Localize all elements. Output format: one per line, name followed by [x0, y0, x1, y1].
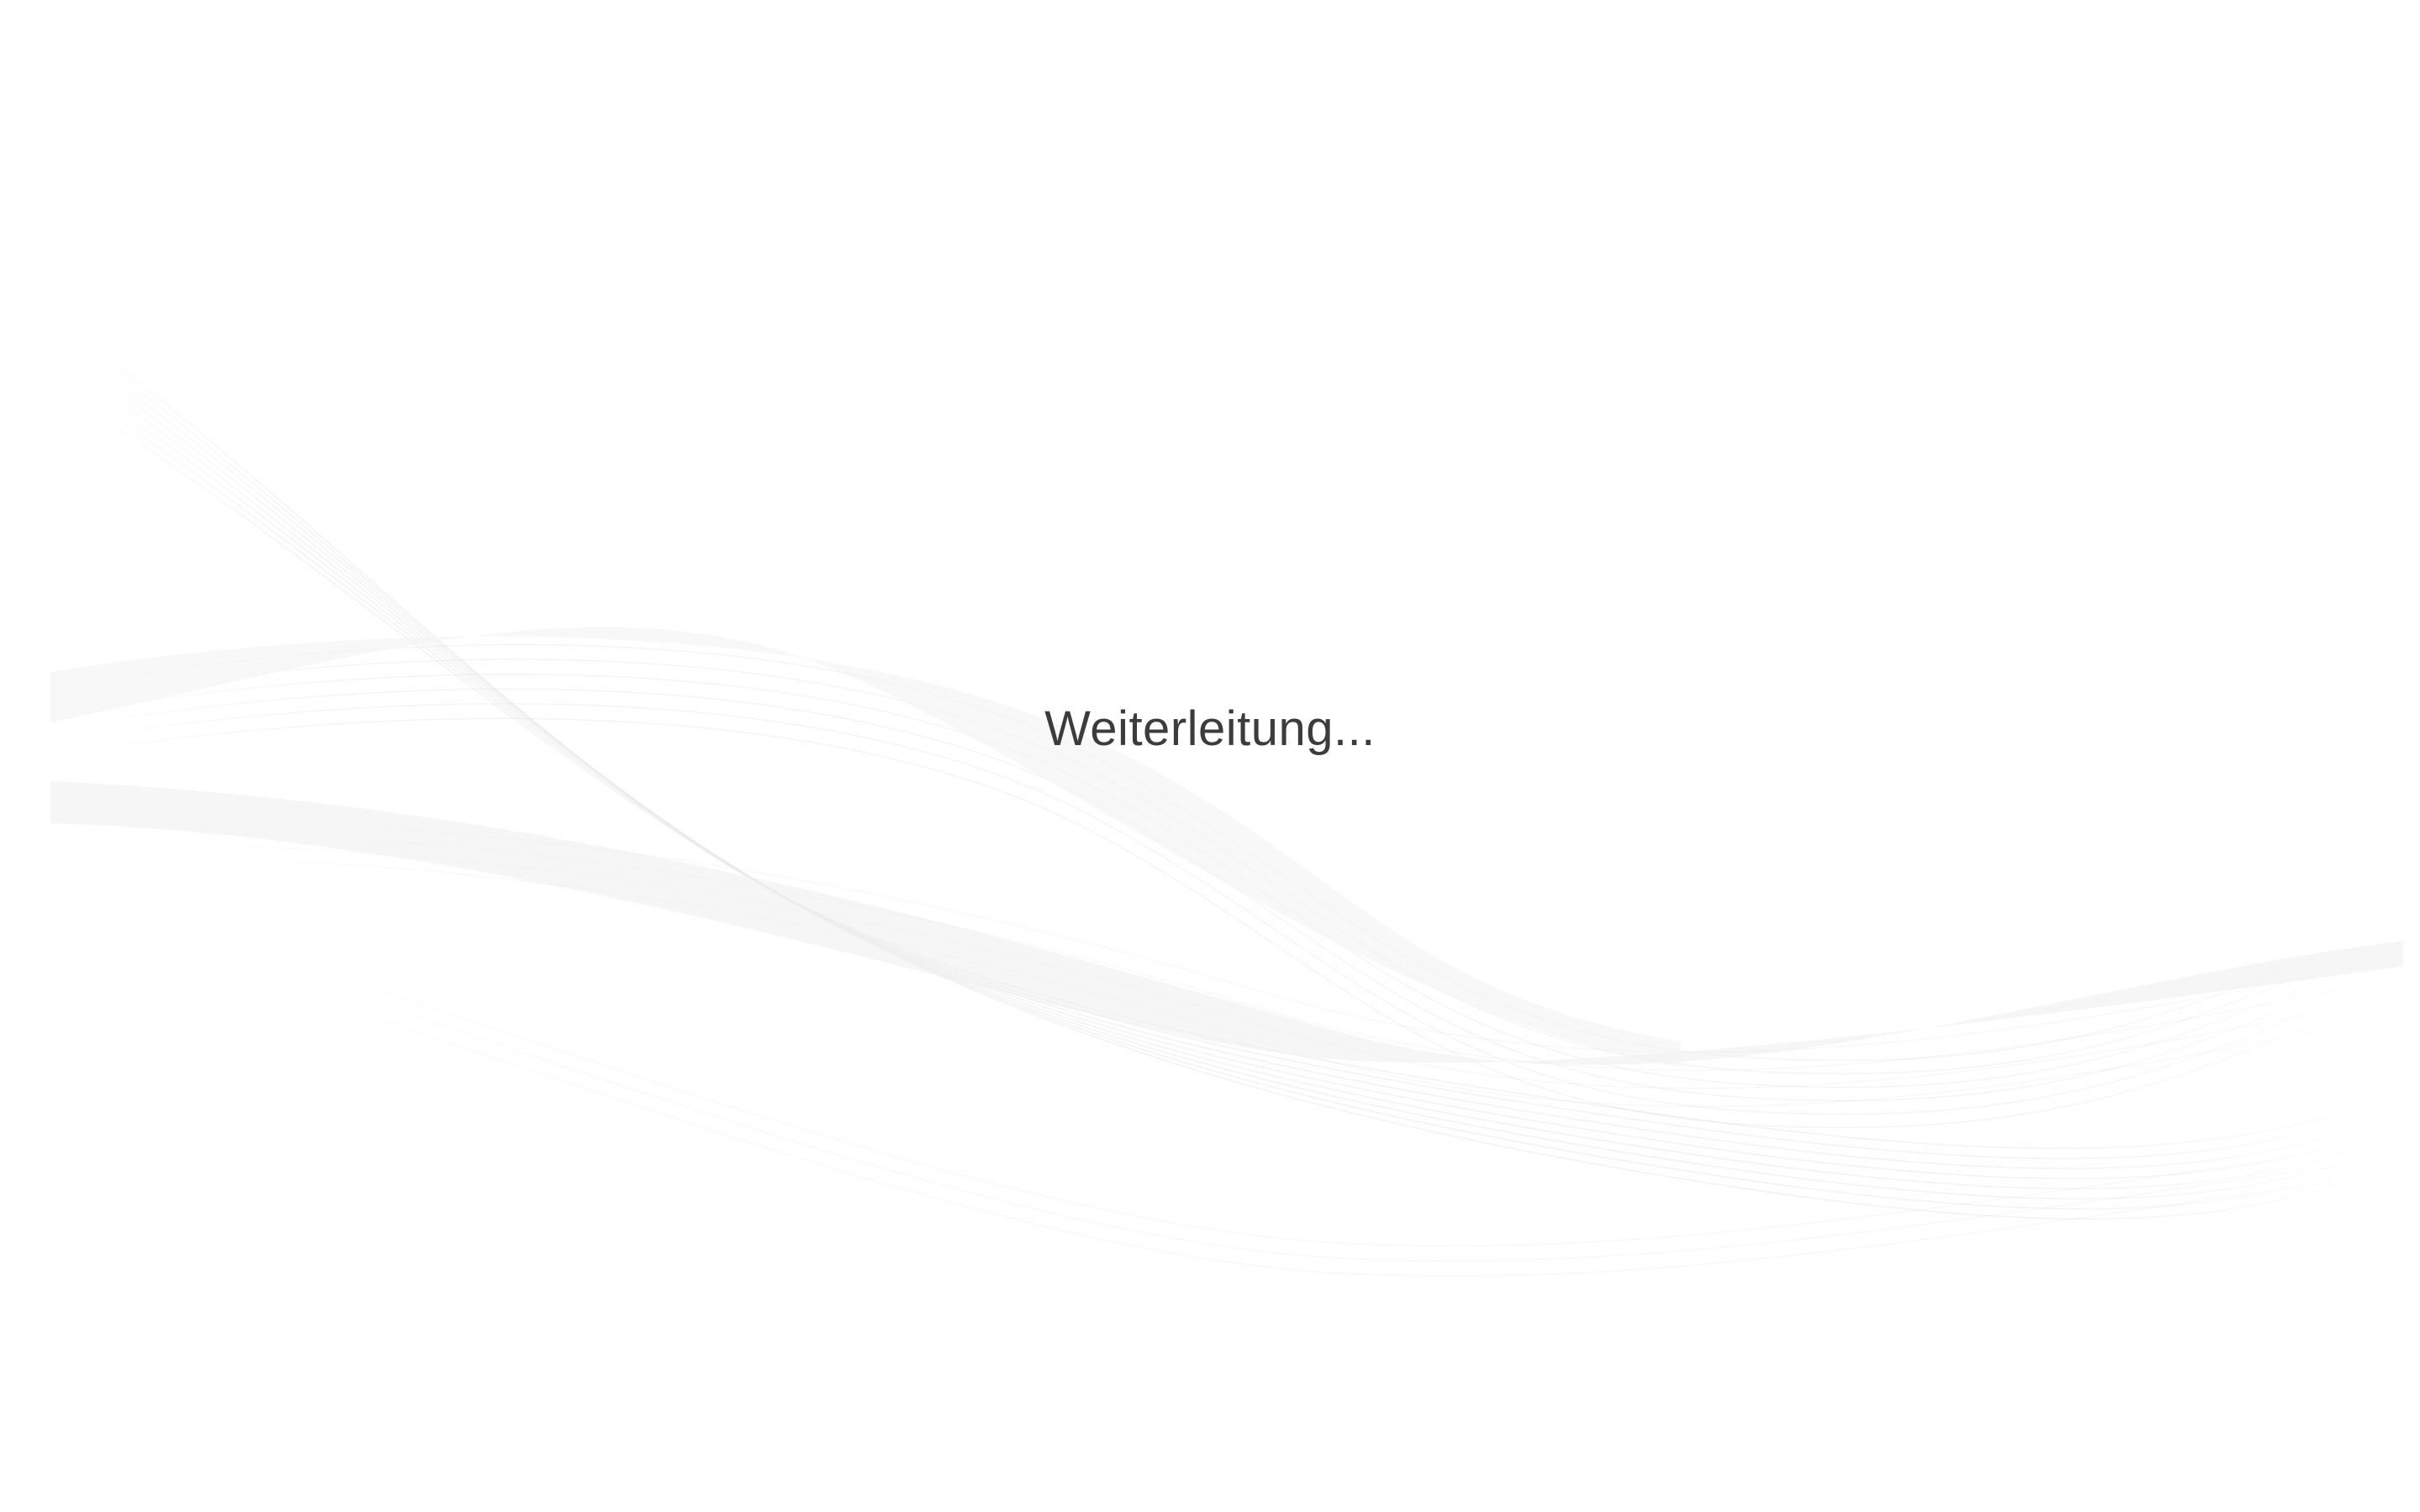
wave-shade-band-2 [50, 627, 1681, 1067]
redirect-status-text: Weiterleitung... [1044, 701, 1376, 756]
redirect-page: Weiterleitung... [0, 0, 2420, 1512]
